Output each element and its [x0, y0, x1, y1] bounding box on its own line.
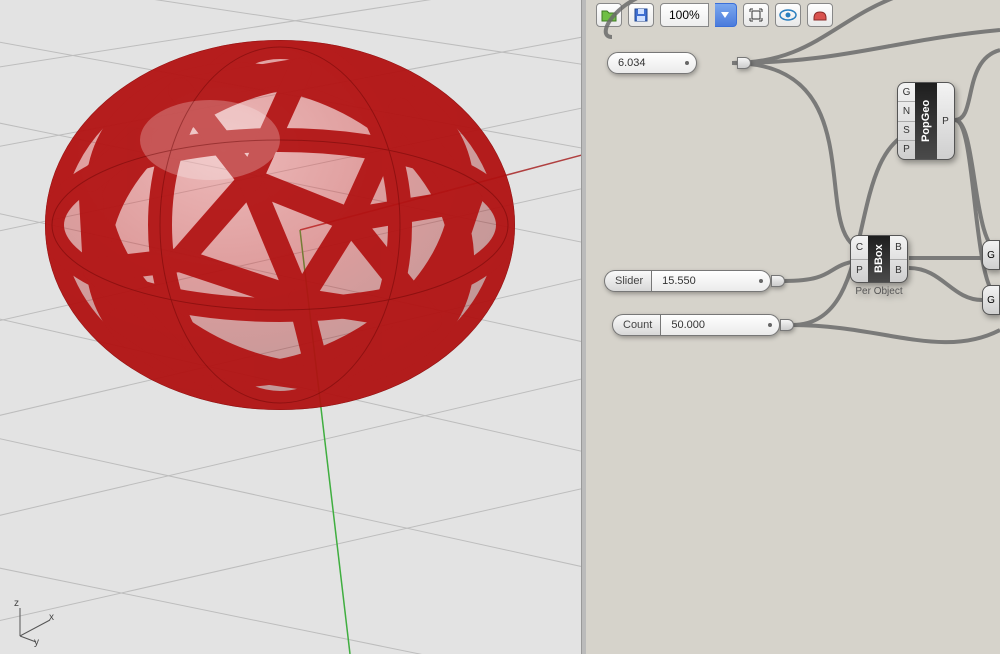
number-slider-2[interactable]: Slider 15.550 [604, 270, 771, 292]
slider-value: 50.000 [671, 319, 705, 331]
component-popgeo[interactable]: G N S P PopGeo P [897, 82, 955, 160]
component-caption: Per Object [850, 286, 908, 297]
slider-output-grip[interactable] [771, 275, 785, 287]
bbox-inputs[interactable]: C P [850, 235, 868, 283]
slider-value: 6.034 [618, 57, 646, 69]
offscreen1-input[interactable]: G [982, 240, 1000, 270]
world-axis-gizmo: x z y [12, 602, 54, 644]
slider-output-grip[interactable] [780, 319, 794, 331]
slider-output-grip[interactable] [737, 57, 751, 69]
slider-value: 15.550 [662, 275, 696, 287]
axis-label-z: z [14, 598, 19, 609]
component-title: PopGeo [915, 82, 937, 160]
component-title: BBox [868, 235, 890, 283]
popgeo-inputs[interactable]: G N S P [897, 82, 915, 160]
component-offscreen-1[interactable]: G [982, 240, 1000, 270]
component-offscreen-2[interactable]: G [982, 285, 1000, 315]
slider-label: Count [612, 314, 660, 336]
grasshopper-canvas[interactable]: 100% [582, 0, 1000, 654]
component-bbox[interactable]: C P BBox B B Per Object [850, 235, 908, 283]
axis-label-x: x [49, 612, 54, 623]
viewport-scene [0, 0, 582, 654]
slider-label: Slider [604, 270, 651, 292]
number-slider-3[interactable]: Count 50.000 [612, 314, 780, 336]
rhino-viewport[interactable]: x z y [0, 0, 582, 654]
bbox-outputs[interactable]: B B [890, 235, 908, 283]
voronoi-sphere-geometry [45, 18, 515, 432]
popgeo-outputs[interactable]: P [937, 82, 955, 160]
offscreen2-input[interactable]: G [982, 285, 1000, 315]
axis-label-y: y [34, 637, 39, 648]
number-slider-1[interactable]: 6.034 [607, 52, 737, 74]
